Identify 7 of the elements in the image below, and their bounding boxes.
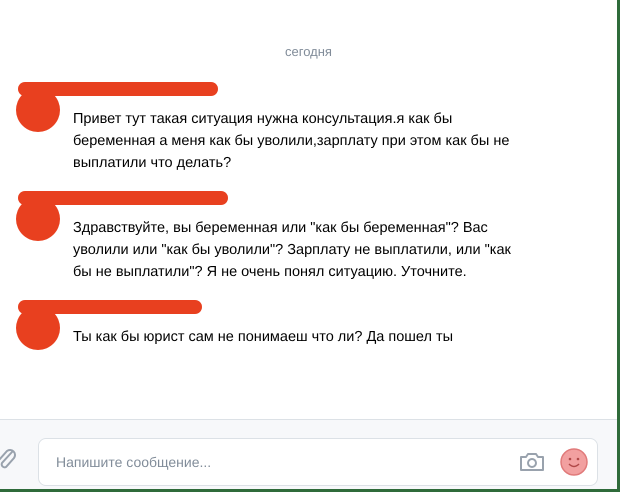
message-text: Здравствуйте, вы беременная или "как бы беременная"? Вас уволили или "как бы уволили"? Зарплату не выплатили, или "как бы не выплатили"? Я не очень понял ситуацию. Уточните.	[73, 218, 512, 282]
message-text: Привет тут такая ситуация нужна консультация.я как бы беременная а меня как бы уволили,зарплату при этом как бы не выплатили что делать?	[73, 110, 510, 172]
smiley-icon[interactable]	[560, 448, 588, 476]
message-text: Ты как бы юрист сам не понимаеш что ли? Да пошел ты	[73, 328, 454, 346]
message-input[interactable]: Напишите сообщение...	[38, 438, 598, 486]
date-divider: сегодня	[284, 43, 333, 61]
camera-icon[interactable]	[518, 450, 546, 472]
